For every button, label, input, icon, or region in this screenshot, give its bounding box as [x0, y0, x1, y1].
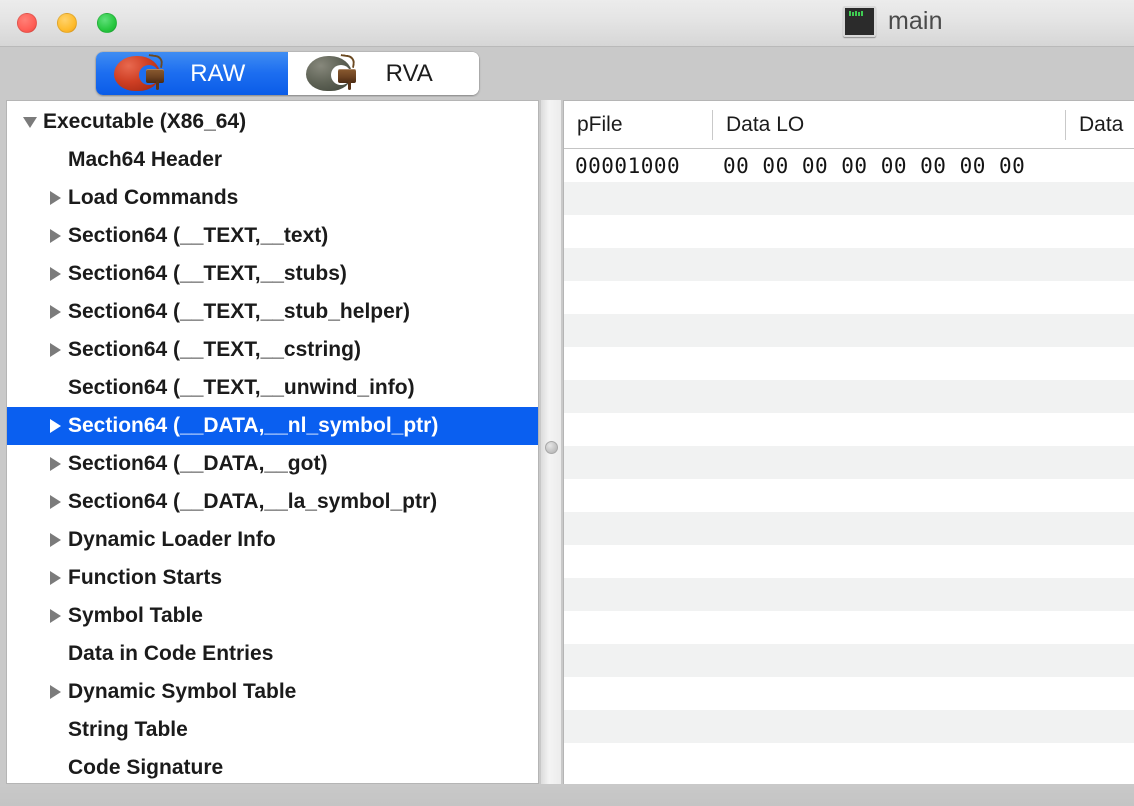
column-header-data-lo[interactable]: Data LO: [712, 109, 1065, 140]
tree-item-label: Section64 (__DATA,__got): [68, 452, 328, 475]
segment-rva-label: RVA: [385, 59, 433, 87]
window-bottom-bar: [0, 787, 1134, 806]
tree-item-label: Section64 (__TEXT,__unwind_info): [68, 376, 415, 399]
table-body: 00001000 00 00 00 00 00 00 00 00: [564, 149, 1134, 776]
tree-item-label: Section64 (__TEXT,__text): [68, 224, 329, 247]
column-header-pfile[interactable]: pFile: [564, 110, 712, 140]
hex-table-pane[interactable]: pFile Data LO Data 00001000 00 00 00 00 0…: [563, 100, 1134, 784]
tree-item-label: Dynamic Loader Info: [68, 528, 276, 551]
table-row[interactable]: [564, 380, 1134, 413]
segment-rva[interactable]: RVA: [287, 52, 479, 95]
tree-item-label: Section64 (__TEXT,__stubs): [68, 262, 347, 285]
table-row[interactable]: [564, 314, 1134, 347]
table-row[interactable]: [564, 710, 1134, 743]
chevron-right-icon[interactable]: [42, 495, 68, 509]
tree-item-label: Dynamic Symbol Table: [68, 680, 297, 703]
tree-item[interactable]: Code Signature: [7, 749, 538, 783]
chevron-right-icon[interactable]: [42, 685, 68, 699]
terminal-icon: [843, 6, 876, 37]
minimize-button[interactable]: [57, 13, 77, 33]
chevron-right-icon[interactable]: [42, 419, 68, 433]
segment-raw-label: RAW: [190, 59, 246, 87]
chevron-right-icon[interactable]: [42, 343, 68, 357]
column-header-data-hi[interactable]: Data: [1065, 109, 1134, 140]
table-row[interactable]: [564, 347, 1134, 380]
zoom-button[interactable]: [97, 13, 117, 33]
tree-item[interactable]: Mach64 Header: [7, 141, 538, 179]
tree-item-label: Function Starts: [68, 566, 223, 589]
tree-item-label: Section64 (__TEXT,__cstring): [68, 338, 361, 361]
table-row[interactable]: [564, 578, 1134, 611]
tree-item-label: Data in Code Entries: [68, 642, 274, 665]
pane-splitter[interactable]: [541, 100, 561, 784]
tree-item-label: Section64 (__TEXT,__stub_helper): [68, 300, 410, 323]
tree-item-label: Symbol Table: [68, 604, 203, 627]
chevron-right-icon[interactable]: [42, 571, 68, 585]
segment-raw[interactable]: RAW: [96, 52, 288, 95]
close-button[interactable]: [17, 13, 37, 33]
table-row[interactable]: [564, 644, 1134, 677]
chevron-right-icon[interactable]: [42, 609, 68, 623]
table-row[interactable]: [564, 215, 1134, 248]
chevron-right-icon[interactable]: [42, 457, 68, 471]
tree-item[interactable]: String Table: [7, 711, 538, 749]
table-row[interactable]: [564, 413, 1134, 446]
chevron-right-icon[interactable]: [42, 229, 68, 243]
table-row[interactable]: [564, 281, 1134, 314]
tree-item[interactable]: Data in Code Entries: [7, 635, 538, 673]
table-row[interactable]: [564, 611, 1134, 644]
tree-item[interactable]: Section64 (__TEXT,__stubs): [7, 255, 538, 293]
window-title-block: main: [843, 6, 943, 37]
tree-item-label: Section64 (__DATA,__la_symbol_ptr): [68, 490, 438, 513]
content-area: Executable (X86_64) Mach64 Header Load Com…: [0, 97, 1134, 787]
table-row[interactable]: [564, 512, 1134, 545]
tree-item[interactable]: Section64 (__DATA,__got): [7, 445, 538, 483]
structure-tree[interactable]: Executable (X86_64) Mach64 Header Load Com…: [7, 101, 538, 783]
splitter-handle[interactable]: [545, 441, 558, 454]
tree-item-label: Code Signature: [68, 756, 224, 779]
cell-pfile: 00001000: [575, 153, 681, 178]
tree-item-label: Mach64 Header: [68, 148, 223, 171]
table-header-row: pFile Data LO Data: [564, 101, 1134, 149]
chevron-right-icon[interactable]: [42, 191, 68, 205]
table-row[interactable]: [564, 479, 1134, 512]
tree-item[interactable]: Section64 (__DATA,__la_symbol_ptr): [7, 483, 538, 521]
tree-item[interactable]: Symbol Table: [7, 597, 538, 635]
chevron-right-icon[interactable]: [42, 267, 68, 281]
chevron-right-icon[interactable]: [42, 533, 68, 547]
tree-item[interactable]: Executable (X86_64): [7, 103, 538, 141]
window-title: main: [888, 7, 943, 35]
tree-item-label: Executable (X86_64): [43, 110, 247, 133]
tree-item[interactable]: Section64 (__TEXT,__stub_helper): [7, 293, 538, 331]
address-mode-segmented-control[interactable]: RAW RVA: [96, 52, 479, 95]
table-row[interactable]: [564, 743, 1134, 776]
table-row[interactable]: [564, 182, 1134, 215]
tree-item[interactable]: Dynamic Loader Info: [7, 521, 538, 559]
table-row[interactable]: [564, 248, 1134, 281]
tree-item[interactable]: Dynamic Symbol Table: [7, 673, 538, 711]
table-row[interactable]: [564, 545, 1134, 578]
table-row[interactable]: [564, 677, 1134, 710]
tree-item[interactable]: Section64 (__TEXT,__cstring): [7, 331, 538, 369]
title-bar: main: [0, 0, 1134, 47]
structure-tree-pane[interactable]: Executable (X86_64) Mach64 Header Load Com…: [6, 100, 539, 784]
chevron-right-icon[interactable]: [42, 305, 68, 319]
table-row[interactable]: [564, 446, 1134, 479]
tree-item[interactable]: Section64 (__TEXT,__unwind_info): [7, 369, 538, 407]
tree-item[interactable]: Section64 (__TEXT,__text): [7, 217, 538, 255]
tree-item-label: Load Commands: [68, 186, 239, 209]
chevron-down-icon[interactable]: [17, 116, 43, 128]
table-row[interactable]: 00001000 00 00 00 00 00 00 00 00: [564, 149, 1134, 182]
tree-item[interactable]: Section64 (__DATA,__nl_symbol_ptr): [7, 407, 538, 445]
tree-item[interactable]: Function Starts: [7, 559, 538, 597]
window-controls: [17, 13, 117, 33]
tree-item[interactable]: Load Commands: [7, 179, 538, 217]
cell-data-lo: 00 00 00 00 00 00 00 00: [723, 153, 1026, 178]
tree-item-label: Section64 (__DATA,__nl_symbol_ptr): [68, 414, 439, 437]
app-window: main RAW RVA Executable (X86_64) Mach64 H…: [0, 0, 1134, 806]
tree-item-label: String Table: [68, 718, 188, 741]
